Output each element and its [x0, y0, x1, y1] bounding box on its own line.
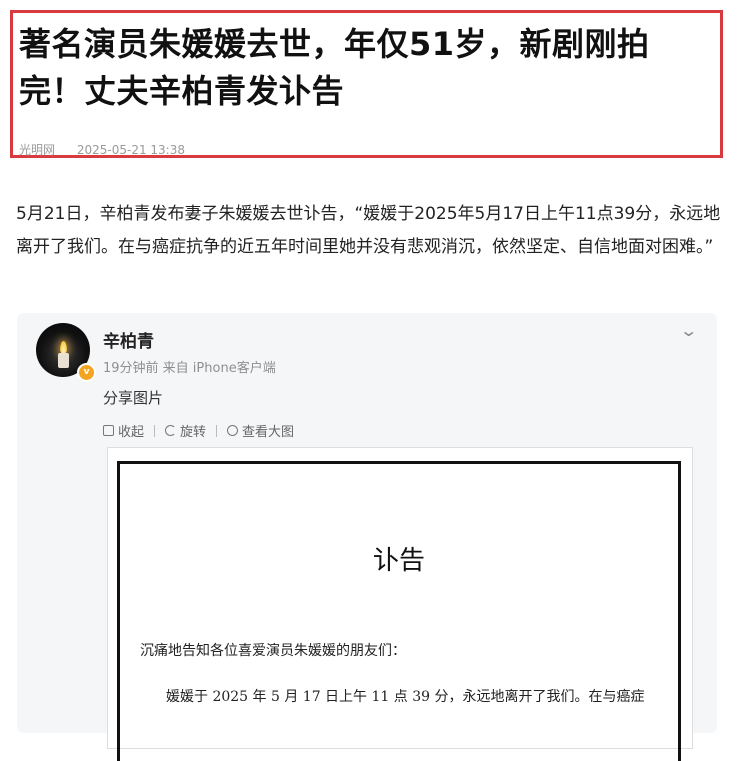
obituary-title: 讣告 — [372, 546, 425, 576]
collapse-button[interactable]: 收起 — [103, 421, 144, 440]
rotate-label: 旋转 — [180, 425, 207, 440]
article-datetime: 2025-05-21 13:38 — [76, 143, 185, 157]
toolbar-divider — [154, 424, 156, 437]
zoom-icon — [227, 425, 239, 436]
verified-badge-icon: v — [77, 363, 96, 382]
rotate-button[interactable]: 旋转 — [165, 421, 206, 440]
obituary-image[interactable]: 讣告 沉痛地告知各位喜爱演员朱媛媛的朋友们： 媛媛于 2025 年 5 月 17… — [107, 447, 693, 761]
candle-icon — [58, 353, 69, 368]
collapse-label: 收起 — [118, 425, 145, 440]
view-large-label: 查看大图 — [242, 425, 295, 440]
article-meta: 光明网 2025-05-21 13:38 — [19, 141, 203, 158]
view-large-button[interactable]: 查看大图 — [227, 421, 294, 440]
article-source[interactable]: 光明网 — [19, 143, 55, 157]
headline-highlight-box: 著名演员朱媛媛去世，年仅51岁，新剧刚拍完！丈夫辛柏青发讣告 光明网 2025-… — [10, 10, 723, 158]
article-title: 著名演员朱媛媛去世，年仅51岁，新剧刚拍完！丈夫辛柏青发讣告 — [19, 25, 650, 110]
weibo-post-card: v 辛柏青 19分钟前 来自 iPhone客户端 ⌄ 分享图片 收起 旋转 查看… — [17, 313, 717, 761]
rotate-icon — [165, 425, 177, 436]
obituary-salutation: 沉痛地告知各位喜爱演员朱媛媛的朋友们： — [140, 643, 406, 659]
article-paragraph: 5月21日，辛柏青发布妻子朱媛媛去世讣告，“媛媛于2025年5月17日上午11点… — [16, 204, 721, 257]
chevron-down-icon[interactable]: ⌄ — [679, 321, 698, 340]
toolbar-divider — [216, 424, 218, 437]
weibo-username[interactable]: 辛柏青 — [103, 327, 154, 352]
image-toolbar: 收起 旋转 查看大图 — [103, 421, 294, 440]
weibo-post-meta: 19分钟前 来自 iPhone客户端 — [103, 361, 276, 376]
collapse-icon — [103, 425, 114, 436]
weibo-post-text: 分享图片 — [103, 389, 164, 407]
obituary-border: 讣告 沉痛地告知各位喜爱演员朱媛媛的朋友们： 媛媛于 2025 年 5 月 17… — [117, 461, 681, 761]
obituary-body-line: 媛媛于 2025 年 5 月 17 日上午 11 点 39 分，永远地离开了我们… — [166, 689, 645, 705]
